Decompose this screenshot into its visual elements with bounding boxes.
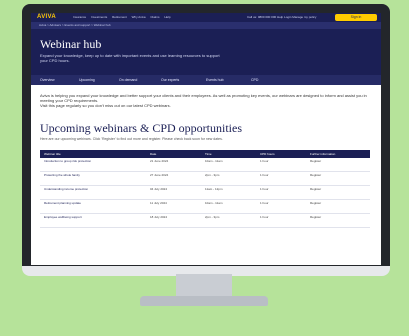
webinar-title[interactable]: Protecting the whole family: [44, 173, 144, 178]
nav-item[interactable]: Claims: [150, 15, 159, 19]
webinar-title[interactable]: Understanding income protection: [44, 187, 144, 192]
tab-on-demand[interactable]: On demand: [119, 78, 137, 82]
screen: AVIVA Insurance Investments Retirement W…: [31, 13, 381, 265]
register-link[interactable]: Register: [310, 201, 370, 206]
intro-text: Aviva is helping you expand your knowled…: [40, 93, 370, 108]
nav-item[interactable]: Help: [164, 15, 170, 19]
column-header: Webinar title: [44, 152, 61, 156]
top-navigation-bar: AVIVA Insurance Investments Retirement W…: [31, 13, 381, 22]
webinar-time: 2pm - 3pm: [205, 173, 220, 177]
webinar-date: 27 June 2024: [150, 173, 169, 177]
table-row[interactable]: Employee wellbeing support 18 July 2024 …: [40, 214, 370, 228]
register-link[interactable]: Register: [310, 187, 370, 192]
section-subtitle: Here are our upcoming webinars. Click 'R…: [40, 137, 223, 141]
table-row[interactable]: Introduction to group risk protection 21…: [40, 158, 370, 172]
register-link[interactable]: Register: [310, 173, 370, 178]
nav-item[interactable]: Retirement: [112, 15, 127, 19]
webinar-time: 10am - 11am: [205, 201, 223, 205]
monitor-stand: [176, 274, 232, 296]
table-header: Webinar title Date Time CPD hours Furthe…: [40, 150, 370, 158]
tab-overview[interactable]: Overview: [40, 78, 55, 82]
section-title: Upcoming webinars & CPD opportunities: [40, 121, 242, 135]
column-header: Time: [205, 152, 212, 156]
webinar-date: 18 July 2024: [150, 215, 168, 219]
main-nav: Insurance Investments Retirement Why Avi…: [73, 15, 175, 19]
nav-item[interactable]: Insurance: [73, 15, 86, 19]
register-link[interactable]: Register: [310, 215, 370, 220]
contact-links[interactable]: Call us: 0800 000 000 Help Login Manage …: [247, 15, 316, 19]
webinar-date: 21 June 2024: [150, 159, 169, 163]
webinar-title[interactable]: Introduction to group risk protection: [44, 159, 144, 164]
webinar-time: 2pm - 3pm: [205, 215, 220, 219]
register-link[interactable]: Register: [310, 159, 370, 164]
nav-item[interactable]: Why Aviva: [132, 15, 146, 19]
webinar-time: 10am - 11am: [205, 159, 223, 163]
intro-note: Visit this page regularly so you don't m…: [40, 103, 171, 108]
tab-upcoming[interactable]: Upcoming: [79, 78, 95, 82]
intro-paragraph: Aviva is helping you expand your knowled…: [40, 93, 367, 103]
tab-events-hub[interactable]: Events hub: [206, 78, 224, 82]
monitor-bezel: AVIVA Insurance Investments Retirement W…: [22, 4, 390, 274]
webinar-date: 11 July 2024: [150, 201, 167, 205]
column-header: Further information: [310, 152, 336, 156]
webinar-title[interactable]: Employee wellbeing support: [44, 215, 144, 220]
table-row[interactable]: Protecting the whole family 27 June 2024…: [40, 172, 370, 186]
table-row[interactable]: Understanding income protection 04 July …: [40, 186, 370, 200]
webinar-title[interactable]: Retirement planning update: [44, 201, 144, 206]
hero-banner: Webinar hub Expand your knowledge, keep …: [31, 29, 381, 75]
tab-our-experts[interactable]: Our experts: [161, 78, 179, 82]
monitor-base: [140, 296, 268, 306]
sign-in-button[interactable]: Sign in: [335, 14, 377, 21]
section-tabs: Overview Upcoming On demand Our experts …: [31, 75, 381, 85]
webinar-time: 11am - 12pm: [205, 187, 223, 191]
aviva-logo[interactable]: AVIVA: [37, 14, 56, 20]
page-title: Webinar hub: [40, 37, 102, 51]
tab-cpd[interactable]: CPD: [251, 78, 258, 82]
webinar-date: 04 July 2024: [150, 187, 168, 191]
table-row[interactable]: Retirement planning update 11 July 2024 …: [40, 200, 370, 214]
column-header: Date: [150, 152, 157, 156]
column-header: CPD hours: [260, 152, 275, 156]
breadcrumb[interactable]: Aviva > Advisers > Events and support > …: [31, 22, 381, 29]
page-subtitle: Expand your knowledge, keep up to date w…: [40, 53, 220, 63]
nav-item[interactable]: Investments: [91, 15, 107, 19]
webinar-table: Webinar title Date Time CPD hours Furthe…: [40, 150, 370, 228]
